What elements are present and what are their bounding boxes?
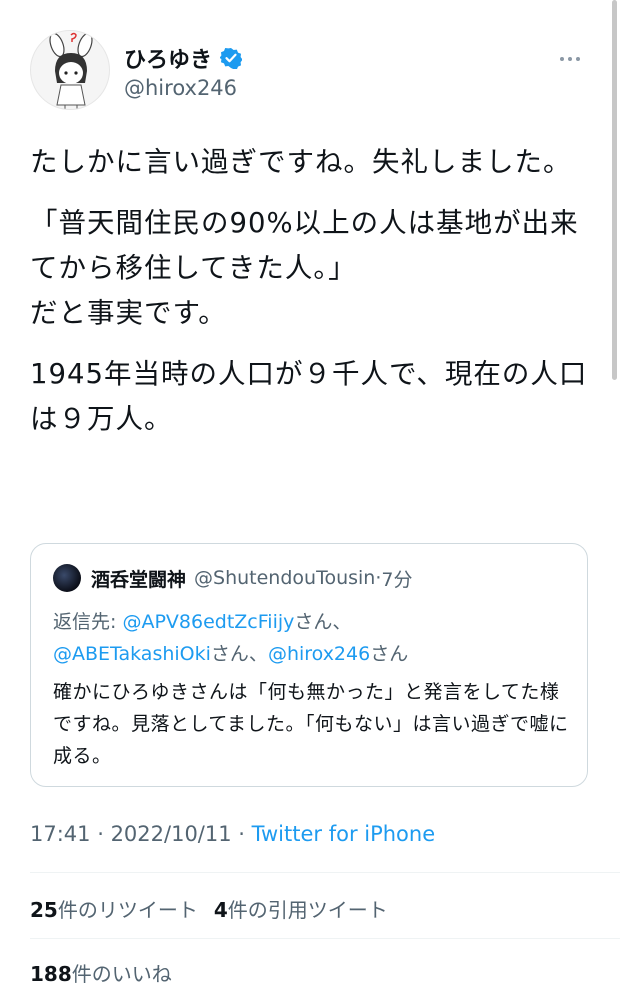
quoted-tweet-header: 酒呑堂闘神 @ShutendouTousin · 7分: [53, 564, 412, 592]
quoted-tweet-time: 7分: [381, 568, 413, 591]
tweet-source-link[interactable]: Twitter for iPhone: [252, 822, 436, 846]
more-options-icon[interactable]: [558, 46, 584, 61]
tweet-meta: 17:41 · 2022/10/11 · Twitter for iPhone: [30, 822, 436, 846]
tweet-header: ひろゆき @hirox246: [30, 30, 590, 110]
likes-stat[interactable]: 188件のいいね: [30, 958, 172, 987]
divider: [30, 938, 620, 939]
page-scrollbar[interactable]: [612, 0, 617, 380]
quoted-author-handle: @ShutendouTousin: [194, 567, 376, 589]
share-stats: 25件のリツイート 4件の引用ツイート: [30, 894, 388, 923]
reply-user-link[interactable]: @APV86edtZcFiijy: [122, 611, 294, 633]
quotes-count: 4: [213, 898, 228, 922]
retweets-count: 25: [30, 898, 58, 922]
tweet-body: たしかに言い過ぎですね。失礼しました。 「普天間住民の90%以上の人は基地が出来…: [30, 140, 590, 458]
likes-count: 188: [30, 962, 72, 986]
reply-separator: さん、: [210, 643, 268, 665]
tweet-paragraph: たしかに言い過ぎですね。失礼しました。: [30, 146, 572, 178]
author-handle[interactable]: @hirox246: [124, 76, 237, 100]
tweet-paragraph: 「普天間住民の90%以上の人は基地が出来てから移住してきた人。」 だと事実です。: [30, 207, 579, 329]
reply-user-link[interactable]: @hirox246: [268, 643, 370, 665]
avatar-icon: [49, 32, 93, 109]
quotes-stat[interactable]: 4件の引用ツイート: [214, 898, 388, 922]
reply-prefix: 返信先:: [53, 611, 123, 633]
quoted-reply-to: 返信先: @APV86edtZcFiijyさん、 @ABETakashiOkiさん…: [53, 606, 573, 670]
retweets-stat[interactable]: 25件のリツイート: [30, 898, 198, 922]
tweet-paragraph: 1945年当時の人口が９千人で、現在の人口は９万人。: [30, 358, 588, 435]
tweet-date[interactable]: 2022/10/11: [111, 822, 232, 846]
tweet-time[interactable]: 17:41: [30, 822, 91, 846]
retweets-label: 件のリツイート: [57, 898, 198, 922]
author-name-row: ひろゆき: [124, 42, 243, 74]
verified-badge-icon: [220, 48, 243, 69]
quoted-author-name: 酒呑堂闘神: [91, 568, 187, 591]
reply-separator: さん、: [294, 611, 352, 633]
quoted-tweet[interactable]: 酒呑堂闘神 @ShutendouTousin · 7分 返信先: @APV86e…: [30, 543, 588, 787]
likes-label: 件のいいね: [71, 962, 172, 986]
author-display-name[interactable]: ひろゆき: [124, 42, 212, 74]
quoted-author-avatar: [53, 564, 81, 592]
quoted-tweet-text: 確かにひろゆきさんは「何も無かった」と発言をしてた様ですね。見落としてました。「…: [53, 681, 569, 767]
reply-user-link[interactable]: @ABETakashiOki: [53, 643, 211, 665]
divider: [30, 872, 620, 873]
reply-suffix: さん: [370, 643, 409, 665]
quotes-label: 件の引用ツイート: [227, 898, 388, 922]
author-avatar[interactable]: [30, 30, 110, 110]
